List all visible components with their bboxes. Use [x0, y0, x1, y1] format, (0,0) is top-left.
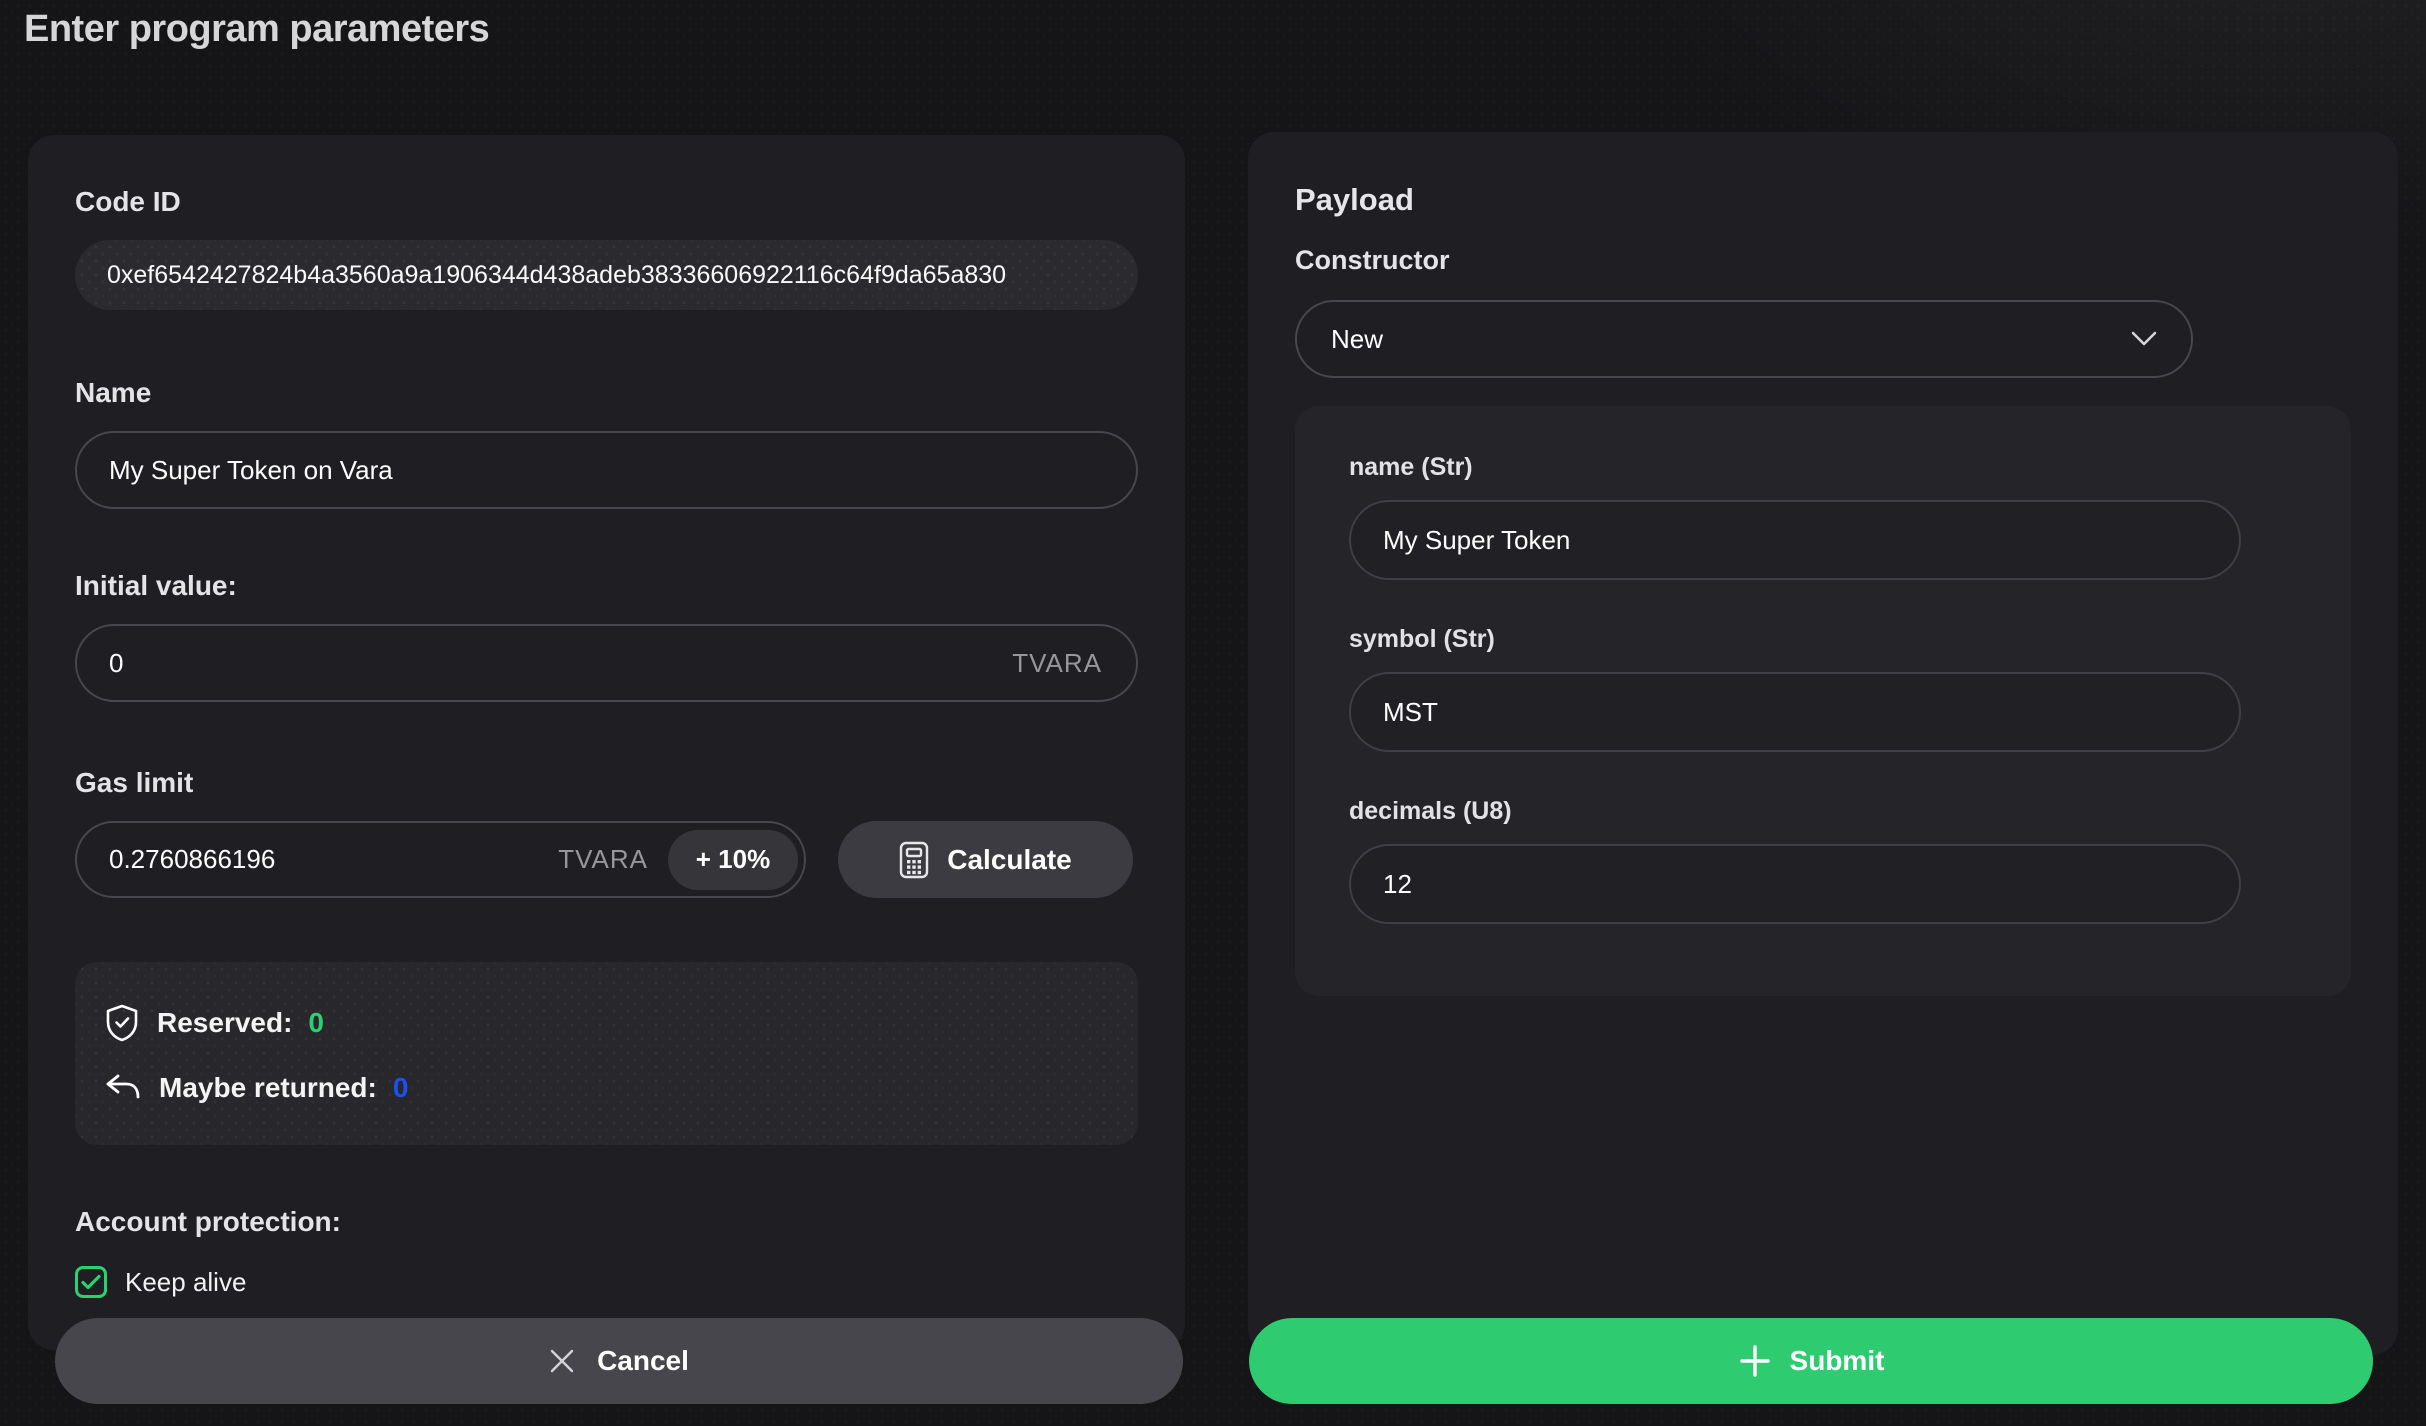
payload-heading: Payload — [1295, 182, 2351, 218]
enter-program-parameters-screen: Enter program parameters Code ID 0xef654… — [0, 0, 2426, 1426]
gas-limit-input-wrapper: TVARA + 10% — [75, 821, 806, 898]
reserved-row: Reserved: 0 — [105, 1004, 1108, 1042]
keep-alive-checkbox[interactable] — [75, 1266, 107, 1298]
payload-decimals-label: decimals (U8) — [1349, 796, 2297, 826]
payload-name-label: name (Str) — [1349, 452, 2297, 482]
chevron-down-icon — [2131, 331, 2157, 347]
maybe-returned-value: 0 — [393, 1072, 409, 1104]
initial-value-label: Initial value: — [75, 569, 1138, 602]
submit-button[interactable]: Submit — [1249, 1318, 2373, 1404]
payload-card: Payload Constructor New name (Str) symbo… — [1248, 132, 2398, 1355]
payload-symbol-input-wrapper — [1349, 672, 2241, 752]
program-parameters-card: Code ID 0xef6542427824b4a3560a9a1906344d… — [28, 135, 1185, 1350]
calculate-gas-button[interactable]: Calculate — [838, 821, 1133, 898]
cancel-button-label: Cancel — [597, 1345, 689, 1377]
cancel-button[interactable]: Cancel — [55, 1318, 1183, 1404]
reserved-label: Reserved: — [157, 1007, 292, 1039]
gas-limit-unit: TVARA — [558, 844, 648, 875]
initial-value-input-wrapper: TVARA — [75, 624, 1138, 702]
payload-decimals-input-wrapper — [1349, 844, 2241, 924]
keep-alive-label: Keep alive — [125, 1267, 246, 1298]
keep-alive-checkbox-row[interactable]: Keep alive — [75, 1266, 1138, 1298]
payload-decimals-input[interactable] — [1351, 869, 2239, 900]
name-input[interactable] — [77, 455, 1136, 486]
constructor-args-card: name (Str) symbol (Str) decimals (U8) — [1295, 406, 2351, 996]
plus-icon — [1738, 1342, 1772, 1380]
initial-value-unit: TVARA — [1012, 648, 1136, 679]
payload-name-input[interactable] — [1351, 525, 2239, 556]
name-label: Name — [75, 376, 1138, 409]
payload-symbol-label: symbol (Str) — [1349, 624, 2297, 654]
gas-limit-input[interactable] — [77, 844, 558, 875]
payload-name-input-wrapper — [1349, 500, 2241, 580]
initial-value-input[interactable] — [77, 648, 1012, 679]
reply-arrow-icon — [105, 1073, 141, 1103]
page-title: Enter program parameters — [24, 8, 489, 51]
constructor-dropdown[interactable]: New — [1295, 300, 2193, 378]
gas-boost-label: + 10% — [696, 844, 770, 875]
code-id-label: Code ID — [75, 185, 1138, 218]
maybe-returned-row: Maybe returned: 0 — [105, 1072, 1108, 1104]
gas-limit-label: Gas limit — [75, 766, 1138, 799]
constructor-label: Constructor — [1295, 244, 2351, 276]
account-protection-label: Account protection: — [75, 1205, 1138, 1238]
maybe-returned-label: Maybe returned: — [159, 1072, 377, 1104]
calculate-button-label: Calculate — [947, 844, 1072, 876]
reserved-value: 0 — [308, 1007, 324, 1039]
name-input-wrapper — [75, 431, 1138, 509]
gas-boost-10-percent-button[interactable]: + 10% — [668, 830, 798, 890]
close-icon — [549, 1348, 575, 1374]
gas-info-box: Reserved: 0 Maybe returned: 0 — [75, 962, 1138, 1145]
calculator-icon — [899, 841, 929, 879]
code-id-value: 0xef6542427824b4a3560a9a1906344d438adeb3… — [75, 240, 1138, 310]
payload-symbol-input[interactable] — [1351, 697, 2239, 728]
constructor-selected-value: New — [1331, 324, 1383, 355]
shield-check-icon — [105, 1004, 139, 1042]
submit-button-label: Submit — [1790, 1345, 1885, 1377]
gas-limit-row: TVARA + 10% C — [75, 821, 1138, 898]
